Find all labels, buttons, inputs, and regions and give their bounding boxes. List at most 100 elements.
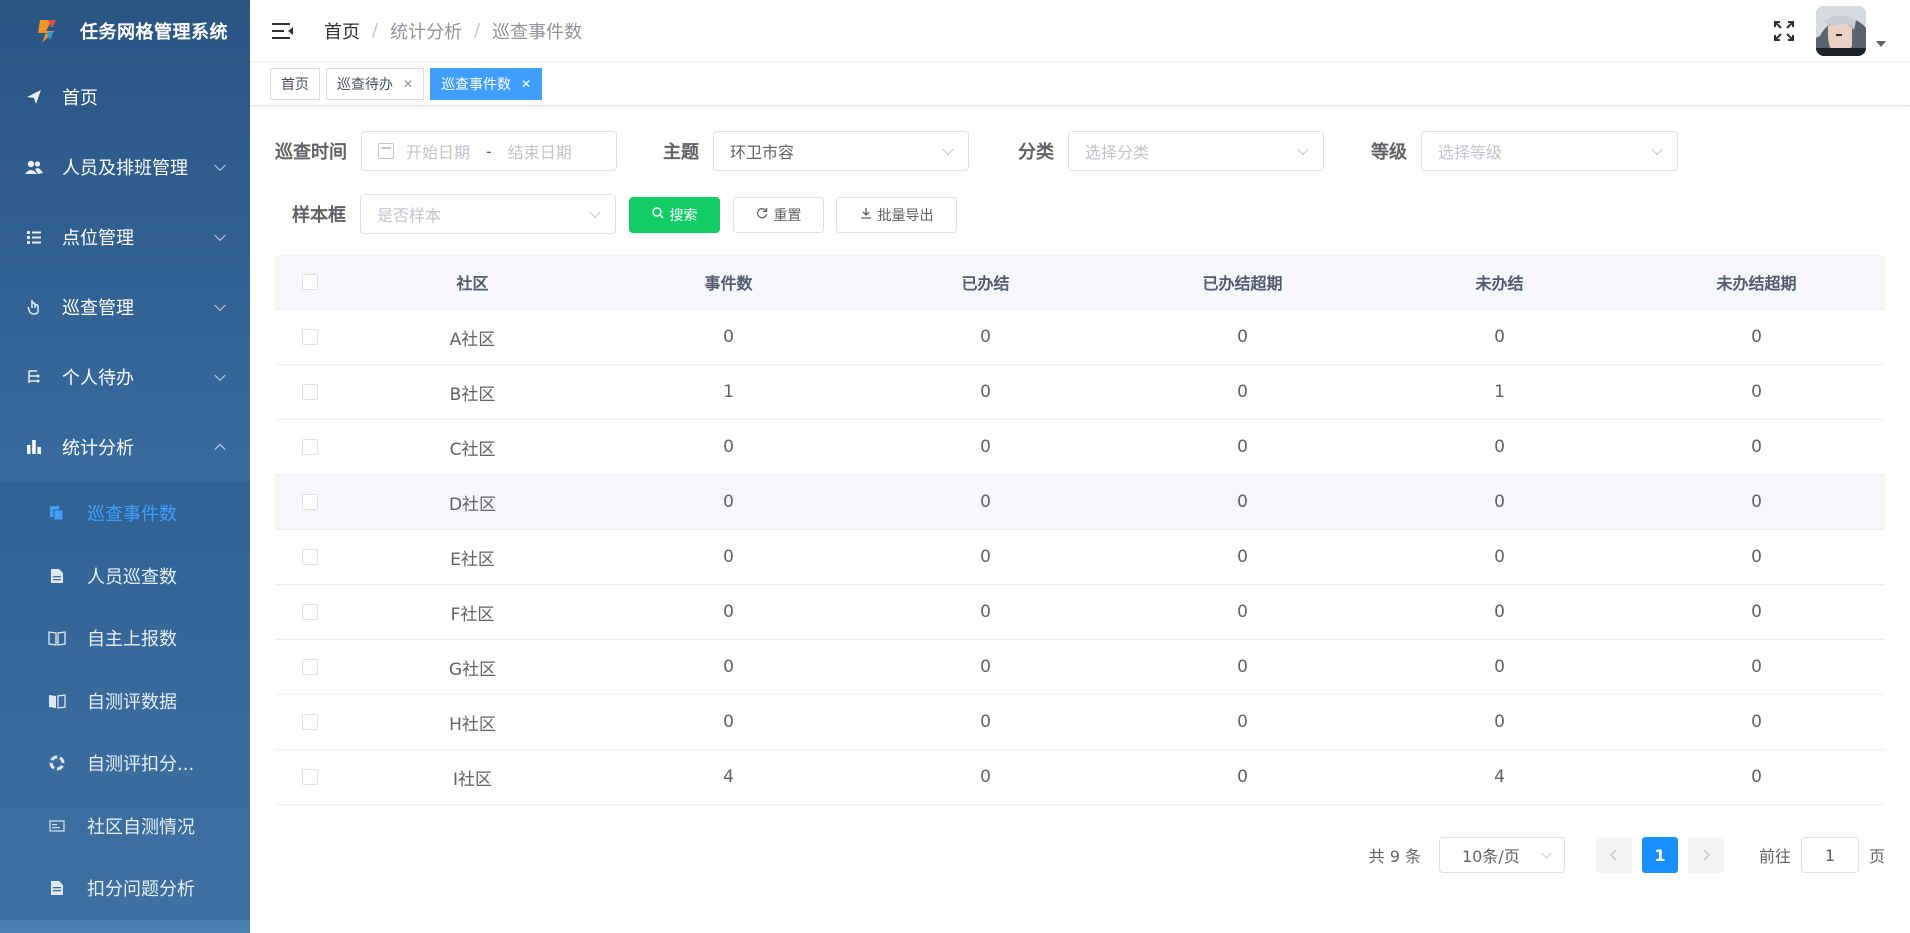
tag-patrol-todo[interactable]: 巡查待办 ✕	[326, 67, 425, 100]
book-icon	[48, 629, 66, 647]
category-label: 分类	[1018, 142, 1054, 163]
row-checkbox[interactable]	[302, 549, 318, 565]
row-checkbox[interactable]	[302, 714, 318, 730]
chevron-left-icon	[1609, 849, 1617, 861]
page-number-button[interactable]: 1	[1641, 837, 1678, 873]
row-checkbox-cell	[275, 549, 345, 565]
table-cell: 0	[1237, 492, 1248, 512]
sidebar-item-points[interactable]: 点位管理	[0, 202, 250, 272]
column-header[interactable]: 未办结	[1371, 270, 1628, 294]
prev-page-button[interactable]	[1595, 837, 1632, 873]
table-cell: 0	[1494, 437, 1505, 457]
calendar-icon	[378, 143, 394, 159]
table-row[interactable]: D社区 0 0 0 0 0	[275, 475, 1885, 530]
start-date-placeholder[interactable]: 开始日期	[406, 139, 470, 163]
table-cell: 0	[980, 382, 991, 402]
end-date-placeholder[interactable]: 结束日期	[508, 139, 572, 163]
table-row[interactable]: G社区 0 0 0 0 0	[275, 640, 1885, 695]
reset-button[interactable]: 重置	[733, 197, 824, 233]
chevron-down-icon	[1651, 143, 1663, 156]
row-checkbox[interactable]	[302, 329, 318, 345]
subitem-community-self-test[interactable]: 社区自测情况	[0, 795, 250, 858]
table-cell: 0	[980, 327, 991, 347]
sample-label: 样本框	[292, 205, 346, 226]
table-row[interactable]: C社区 0 0 0 0 0	[275, 420, 1885, 475]
table-cell: 0	[1237, 547, 1248, 567]
caret-down-icon[interactable]	[1876, 41, 1886, 47]
filter-time: 巡查时间 开始日期 - 结束日期	[275, 131, 617, 171]
table-row[interactable]: B社区 1 0 0 1 0	[275, 365, 1885, 420]
topic-select[interactable]: 环卫市容	[713, 131, 969, 171]
hamburger-toggle-icon[interactable]	[272, 22, 294, 40]
brand: 任务网格管理系统	[0, 0, 250, 62]
table-cell: 0	[1237, 767, 1248, 787]
subitem-staff-patrol[interactable]: 人员巡查数	[0, 545, 250, 608]
subitem-deduction-analysis[interactable]: 扣分问题分析	[0, 857, 250, 920]
filter-topic: 主题 环卫市容	[663, 131, 969, 171]
subitem-self-report[interactable]: 自主上报数	[0, 607, 250, 670]
sidebar-item-label: 个人待办	[62, 368, 134, 389]
column-header[interactable]: 事件数	[600, 270, 857, 294]
sidebar-item-patrol[interactable]: 巡查管理	[0, 272, 250, 342]
column-header[interactable]: 已办结超期	[1114, 270, 1371, 294]
chevron-down-icon	[942, 143, 954, 156]
table-row[interactable]: A社区 0 0 0 0 0	[275, 310, 1885, 365]
row-checkbox[interactable]	[302, 604, 318, 620]
row-checkbox[interactable]	[302, 384, 318, 400]
tag-home[interactable]: 首页	[270, 67, 320, 100]
column-header[interactable]: 社区	[345, 270, 600, 294]
table-cell: 0	[1751, 657, 1762, 677]
table-cell: 0	[1237, 602, 1248, 622]
table-row[interactable]: H社区 0 0 0 0 0	[275, 695, 1885, 750]
batch-export-button[interactable]: 批量导出	[836, 197, 957, 233]
column-header[interactable]: 已办结	[857, 270, 1114, 294]
tag-patrol-events[interactable]: 巡查事件数 ✕	[430, 67, 543, 100]
date-range-picker[interactable]: 开始日期 - 结束日期	[361, 131, 617, 171]
table-header: 社区 事件数 已办结 已办结超期 未办结 未办结超期	[275, 255, 1885, 310]
sidebar-item-personal-todo[interactable]: 个人待办	[0, 342, 250, 412]
breadcrumb-home[interactable]: 首页	[324, 18, 360, 44]
user-avatar[interactable]	[1816, 6, 1866, 56]
chevron-down-icon	[214, 229, 226, 242]
sample-select[interactable]: 是否样本	[360, 194, 616, 234]
row-checkbox-cell	[275, 659, 345, 675]
sidebar-item-statistics[interactable]: 统计分析	[0, 412, 250, 482]
file-text-icon	[48, 879, 66, 897]
row-checkbox[interactable]	[302, 494, 318, 510]
close-icon[interactable]: ✕	[403, 77, 413, 91]
search-button-label: 搜索	[669, 208, 698, 224]
page-size-select[interactable]: 10条/页	[1438, 837, 1565, 873]
app-logo-icon	[32, 16, 62, 46]
table-row[interactable]: E社区 0 0 0 0 0	[275, 530, 1885, 585]
row-checkbox[interactable]	[302, 769, 318, 785]
search-button[interactable]: 搜索	[629, 197, 720, 233]
sidebar-item-home[interactable]: 首页	[0, 62, 250, 132]
filter-sample: 样本框 是否样本	[292, 194, 616, 234]
row-checkbox-cell	[275, 604, 345, 620]
table-cell: 0	[723, 492, 734, 512]
table-row[interactable]: I社区 4 0 0 4 0	[275, 750, 1885, 805]
fullscreen-icon[interactable]	[1772, 19, 1796, 43]
tag-label: 首页	[281, 76, 309, 93]
sidebar-item-staff-schedule[interactable]: 人员及排班管理	[0, 132, 250, 202]
next-page-button[interactable]	[1687, 837, 1724, 873]
table-cell: 0	[1237, 382, 1248, 402]
table-cell: 0	[1751, 547, 1762, 567]
category-select[interactable]: 选择分类	[1068, 131, 1324, 171]
subitem-self-eval-deduction[interactable]: 自测评扣分...	[0, 732, 250, 795]
row-checkbox[interactable]	[302, 439, 318, 455]
subitem-self-eval-data[interactable]: 自测评数据	[0, 670, 250, 733]
breadcrumb-separator: /	[474, 20, 481, 41]
level-select[interactable]: 选择等级	[1421, 131, 1678, 171]
copy-icon	[48, 504, 66, 522]
close-icon[interactable]: ✕	[521, 77, 531, 91]
column-header[interactable]: 未办结超期	[1628, 270, 1885, 294]
sample-placeholder: 是否样本	[377, 206, 442, 225]
table-row[interactable]: F社区 0 0 0 0 0	[275, 585, 1885, 640]
select-all-checkbox[interactable]	[302, 274, 318, 290]
subitem-patrol-events[interactable]: 巡查事件数	[0, 482, 250, 545]
level-label: 等级	[1371, 142, 1407, 163]
goto-page-input[interactable]: 1	[1800, 837, 1859, 873]
row-checkbox[interactable]	[302, 659, 318, 675]
table-cell: 0	[1494, 547, 1505, 567]
